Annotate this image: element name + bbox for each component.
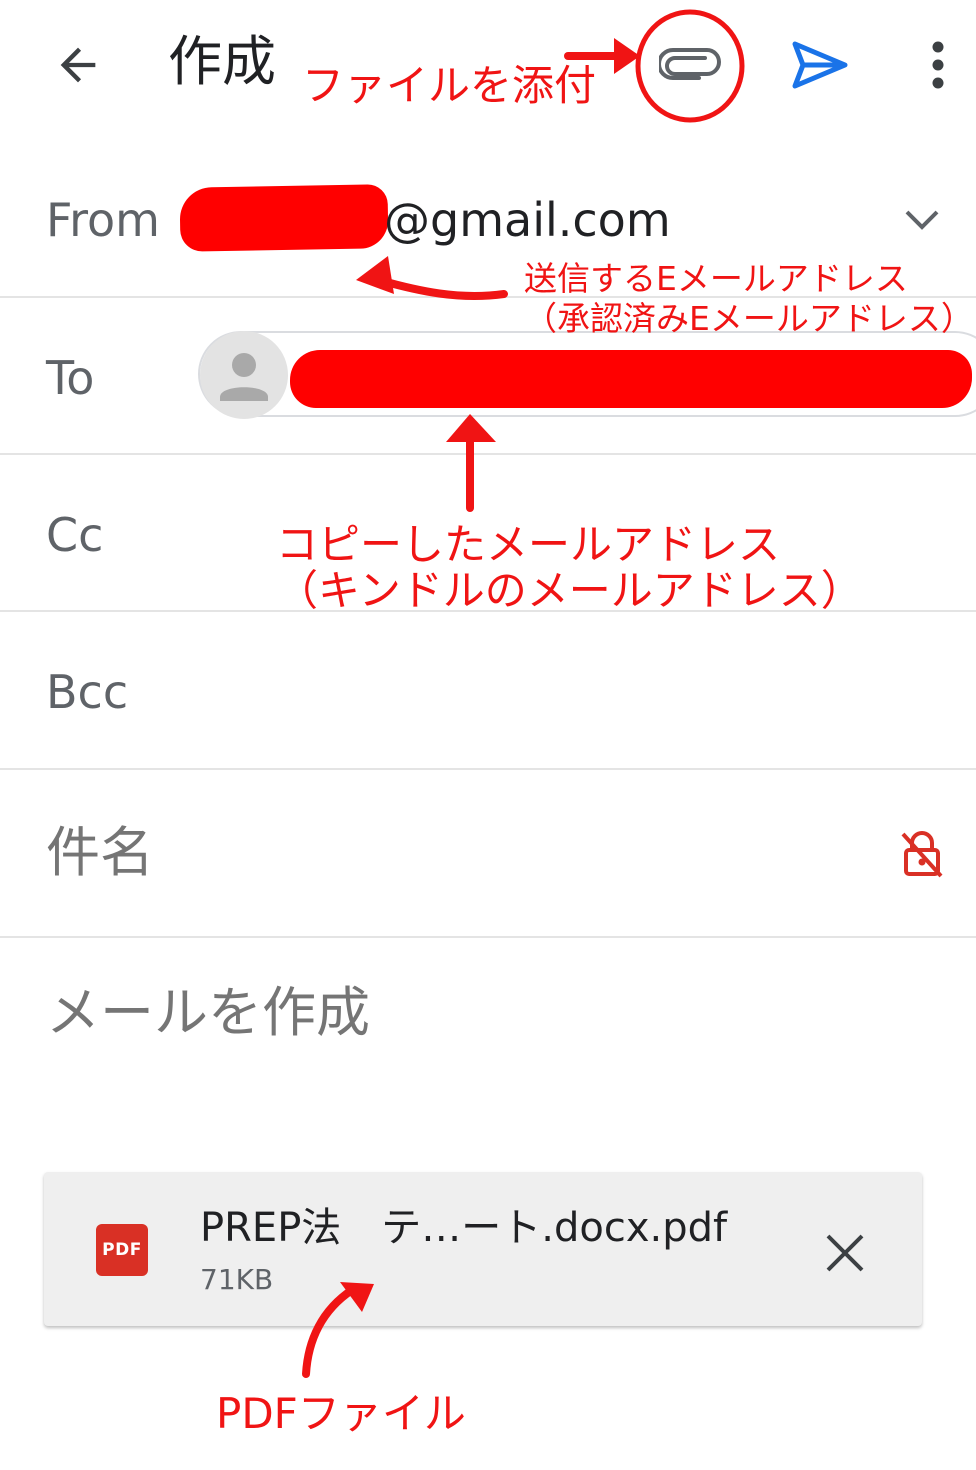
- annotation-pdf-file: PDFファイル: [216, 1389, 466, 1438]
- from-email-value: @gmail.com: [384, 193, 671, 247]
- annotation-to-line2: （キンドルのメールアドレス）: [276, 566, 863, 615]
- annotation-attach-file: ファイルを添付: [302, 61, 597, 110]
- to-label: To: [46, 351, 95, 405]
- arrow-back-icon: [60, 47, 96, 83]
- annotation-to-line1: コピーしたメールアドレス: [276, 520, 781, 569]
- chevron-down-icon: [905, 210, 939, 230]
- redacted-from-address: [179, 184, 389, 252]
- paperclip-icon: [659, 48, 721, 80]
- attachment-card[interactable]: PDF PREP法 テ…ート.docx.pdf 71KB: [44, 1172, 922, 1326]
- bcc-field[interactable]: Bcc: [0, 612, 976, 770]
- cc-label: Cc: [46, 508, 104, 562]
- pdf-file-icon: PDF: [96, 1224, 148, 1276]
- remove-attachment-button[interactable]: [814, 1222, 876, 1284]
- bcc-label: Bcc: [46, 665, 129, 719]
- confidential-mode-button[interactable]: [892, 824, 952, 884]
- back-button[interactable]: [40, 30, 116, 100]
- annotation-from-line2: （承認済みEメールアドレス）: [524, 299, 974, 338]
- subject-row: [0, 770, 976, 938]
- subject-input[interactable]: [46, 818, 846, 888]
- page-title: 作成: [168, 30, 276, 93]
- annotation-from-line1: 送信するEメールアドレス: [524, 259, 908, 298]
- attachment-file-size: 71KB: [200, 1263, 274, 1296]
- close-icon: [826, 1234, 864, 1272]
- person-icon: [220, 353, 268, 401]
- compose-body-input[interactable]: [46, 975, 926, 1051]
- more-options-button[interactable]: [908, 30, 968, 100]
- more-vert-icon: [932, 41, 944, 89]
- avatar: [200, 331, 288, 419]
- attach-file-button[interactable]: [650, 34, 730, 98]
- from-label: From: [46, 193, 160, 247]
- redacted-recipient-address: [290, 350, 972, 408]
- send-button[interactable]: [782, 30, 858, 100]
- from-account-dropdown[interactable]: [896, 194, 948, 246]
- send-icon: [792, 41, 848, 89]
- lock-off-icon: [901, 831, 943, 878]
- attachment-file-name: PREP法 テ…ート.docx.pdf: [200, 1205, 728, 1251]
